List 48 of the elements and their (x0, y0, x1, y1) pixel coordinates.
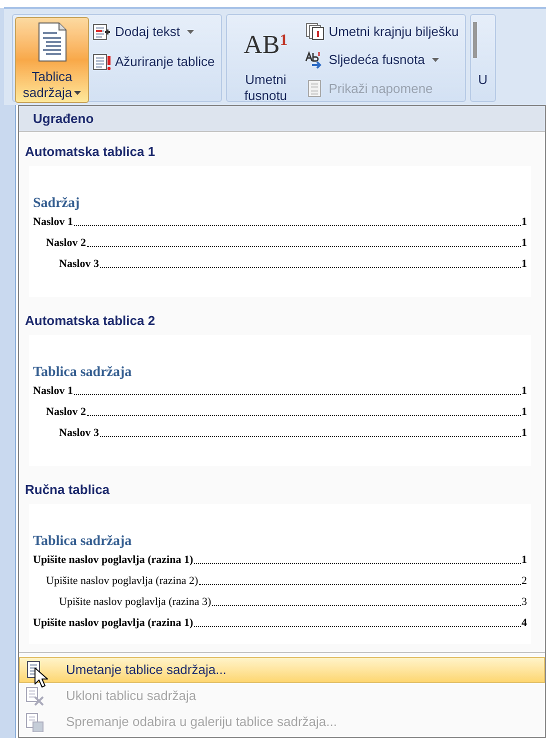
menu-item: Ukloni tablicu sadržaja (19, 683, 545, 709)
page-number: 1 (522, 258, 527, 271)
page-number: 4 (522, 617, 527, 630)
document-disk-icon (24, 712, 44, 732)
ribbon-button[interactable]: Dodaj tekst (91, 19, 215, 45)
toc-preview[interactable]: Sadržaj Naslov 1 1 Naslov 2 1 Naslov 3 1 (29, 166, 531, 297)
toc-entry: Naslov 2 (46, 406, 86, 419)
section-header: Ugrađeno (19, 106, 545, 132)
toc-entry: Naslov 3 (59, 427, 100, 440)
stacked-pages-icon (304, 22, 325, 41)
page-number: 1 (522, 554, 527, 567)
toc-entry: Naslov 3 (59, 258, 100, 271)
page-number: 1 (522, 237, 527, 250)
gallery-heading: Automatska tablica 2 (24, 313, 156, 329)
page-number: 1 (522, 427, 527, 440)
doc-exclamation-icon (91, 52, 111, 72)
menu-item: Spremanje odabira u galeriju tablice sadržaja... (19, 709, 545, 735)
page-number: 1 (522, 385, 527, 398)
toc-entry: Upišite naslov poglavlja (razina 1) (33, 617, 194, 630)
page-edge-icon (472, 20, 477, 60)
preview-title: Tablica sadržaja (33, 534, 132, 550)
footnote-icon: AB$^{1}$ (244, 24, 288, 66)
page-number: 3 (522, 596, 527, 609)
page-number: 1 (522, 406, 527, 419)
toc-preview[interactable]: Tablica sadržaja Naslov 1 1 Naslov 2 1 Naslov 3 1 (29, 335, 531, 466)
preview-title: Tablica sadržaja (33, 365, 132, 381)
toc-entry: Naslov 1 (33, 216, 74, 229)
cursor-icon (34, 667, 48, 688)
ribbon-button: Prikaži napomene (304, 76, 459, 102)
gallery-heading: Ručna tablica (24, 482, 111, 498)
gallery-heading: Automatska tablica 1 (24, 144, 156, 160)
document-cross-icon (24, 686, 44, 706)
ribbon-button[interactable]: Tablica sadržaja (15, 17, 89, 103)
toc-entry: Naslov 2 (46, 237, 86, 250)
page-number: 2 (522, 575, 527, 588)
document-icon (36, 21, 68, 63)
preview-title: Sadržaj (33, 196, 80, 212)
ribbon-button[interactable]: Umetni krajnju bilješku (304, 19, 459, 44)
page-number: 1 (522, 216, 527, 229)
toc-entry: Upišite naslov poglavlja (razina 3) (59, 596, 212, 609)
doc-plus-icon (91, 22, 111, 42)
ribbon-button[interactable]: Sljedeća fusnota (304, 48, 459, 72)
toc-preview[interactable]: Tablica sadržaja Upišite naslov poglavlja (razina 1) 1 Upišite naslov poglavlja (razina 2) 2 Upišite naslov poglavlja (razina 3) 3 Upišite naslov poglavlja (razina 1) 4 (29, 504, 531, 644)
toc-entry: Upišite naslov poglavlja (razina 1) (33, 554, 194, 567)
toc-entry: Naslov 1 (33, 385, 74, 398)
ribbon-button[interactable]: AB$^{1}$ Umetni fusnotu (228, 17, 303, 103)
ribbon-button[interactable]: Ažuriranje tablice (91, 49, 215, 75)
toc-entry: Upišite naslov poglavlja (razina 2) (46, 575, 198, 588)
